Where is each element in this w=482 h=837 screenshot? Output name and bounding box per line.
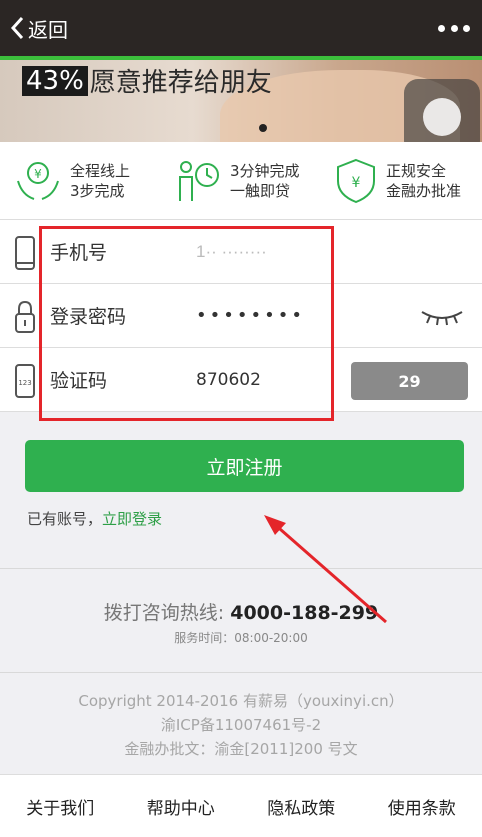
feature-safe-line1: 正规安全	[386, 161, 447, 180]
feature-fast-line1: 3分钟完成	[230, 161, 300, 180]
phone-input[interactable]	[196, 238, 326, 266]
register-form: 手机号 登录密码 •••••••• 123 验证码 870602 29	[0, 220, 482, 412]
footer-link-terms[interactable]: 使用条款	[388, 794, 456, 819]
phone-row: 手机号	[0, 220, 482, 284]
resend-code-button[interactable]: 29	[351, 362, 468, 400]
assistive-touch-icon	[423, 98, 461, 136]
feature-safe-line2: 金融办批准	[386, 181, 462, 200]
lock-icon	[15, 300, 35, 333]
footer-link-about[interactable]: 关于我们	[26, 794, 94, 819]
finance-approval: 金融办批文：渝金[2011]200 号文	[124, 740, 358, 758]
register-button[interactable]: 立即注册	[25, 440, 464, 492]
feature-online-line2: 3步完成	[70, 181, 125, 200]
code-label: 验证码	[50, 370, 108, 392]
chevron-left-icon	[10, 16, 24, 40]
hands-money-icon: ¥	[17, 161, 59, 200]
more-menu-button[interactable]	[438, 18, 470, 38]
login-prompt: 已有账号，	[27, 510, 103, 528]
code-input[interactable]: 870602	[196, 370, 261, 390]
password-label: 登录密码	[50, 306, 127, 328]
eye-closed-icon[interactable]	[420, 306, 464, 326]
carousel-indicator[interactable]	[259, 124, 267, 132]
banner-text: 愿意推荐给朋友	[89, 68, 272, 98]
navbar: 返回	[0, 0, 482, 56]
back-label: 返回	[28, 17, 68, 42]
footer-nav: 关于我们 帮助中心 隐私政策 使用条款	[0, 774, 482, 837]
hotline-number[interactable]: 4000-188-299	[230, 602, 378, 624]
copyright-line: Copyright 2014-2016 有薪易（youxinyi.cn）	[78, 692, 404, 710]
phone-label: 手机号	[50, 242, 108, 264]
feature-strip: ¥ 全程线上 3步完成 3分钟完成 一触即贷 ¥ 正规安全 金融办批准	[0, 142, 482, 220]
password-row: 登录密码 ••••••••	[0, 284, 482, 348]
feature-fast: 3分钟完成 一触即贷	[160, 142, 320, 219]
banner-percent: 43%	[22, 65, 88, 96]
svg-text:¥: ¥	[352, 175, 361, 191]
hotline-label: 拨打咨询热线:	[103, 602, 231, 624]
service-hours: 服务时间：08:00-20:00	[174, 631, 308, 645]
hotline[interactable]: 拨打咨询热线: 4000-188-299	[0, 598, 482, 625]
section-divider	[0, 672, 482, 673]
feature-online: ¥ 全程线上 3步完成	[0, 142, 160, 219]
section-divider	[0, 568, 482, 569]
svg-text:123: 123	[18, 379, 31, 387]
banner-headline: 43% 愿意推荐给朋友	[22, 62, 272, 99]
login-link[interactable]: 立即登录	[102, 510, 162, 528]
shield-icon: ¥	[337, 158, 375, 203]
more-dot-icon	[450, 24, 458, 32]
more-dot-icon	[463, 24, 470, 32]
person-clock-icon	[179, 160, 219, 201]
sms-code-icon: 123	[15, 364, 35, 398]
phone-icon	[15, 236, 35, 270]
back-button[interactable]: 返回	[10, 13, 68, 43]
footer-link-privacy[interactable]: 隐私政策	[267, 794, 335, 819]
footer-link-help[interactable]: 帮助中心	[147, 794, 215, 819]
feature-safe: ¥ 正规安全 金融办批准	[320, 142, 480, 219]
login-prompt-line: 已有账号，立即登录	[27, 508, 162, 529]
more-dot-icon	[438, 24, 445, 32]
feature-online-line1: 全程线上	[70, 161, 131, 180]
svg-text:¥: ¥	[34, 167, 42, 181]
icp-license: 渝ICP备11007461号-2	[160, 716, 322, 734]
code-row: 123 验证码 870602 29	[0, 348, 482, 412]
feature-fast-line2: 一触即贷	[230, 181, 291, 200]
password-input[interactable]: ••••••••	[196, 305, 305, 326]
